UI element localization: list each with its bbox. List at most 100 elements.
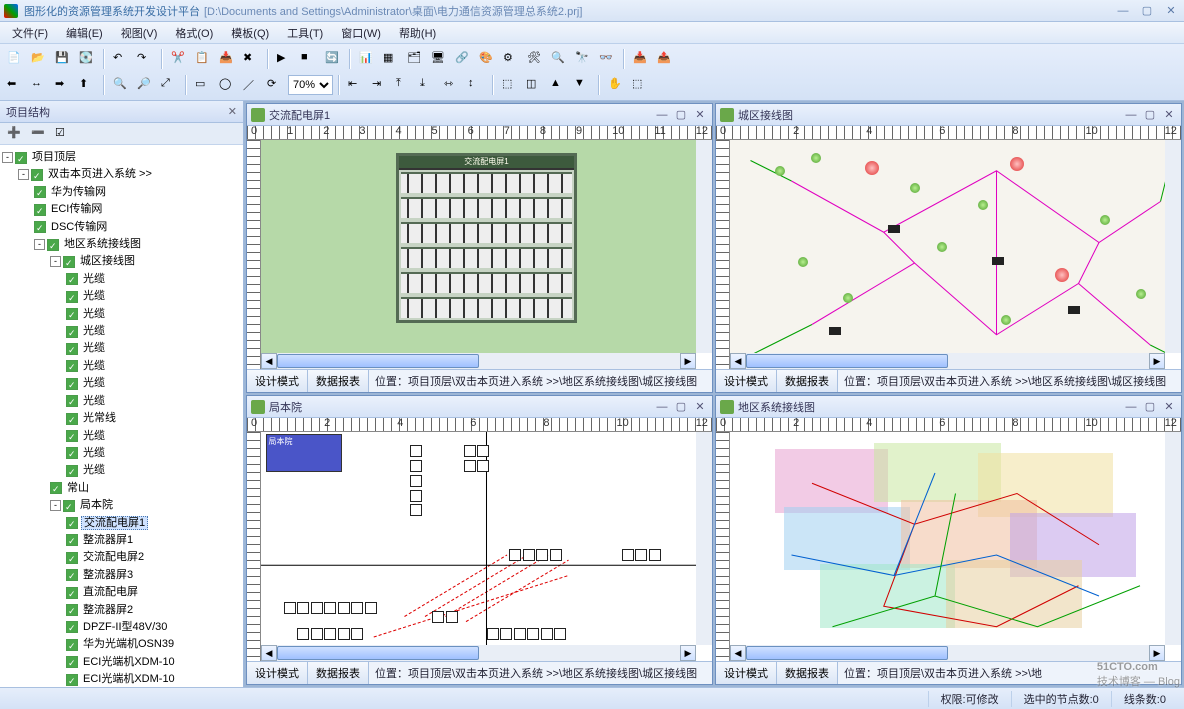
cut-icon[interactable]: ✂️ [168,48,190,70]
menu-edit[interactable]: 编辑(E) [58,23,111,43]
child-max-icon[interactable]: ▢ [1142,108,1158,122]
checkbox-icon[interactable] [66,378,78,390]
checkbox-icon[interactable] [66,534,78,546]
palette-icon[interactable]: 🎨 [476,48,498,70]
toggle-icon[interactable]: - [34,239,45,250]
canvas[interactable] [730,140,1181,353]
align-left2-icon[interactable]: ⇤ [345,74,367,96]
zoom-in-icon[interactable]: 🔍 [110,74,132,96]
checkbox-icon[interactable] [66,430,78,442]
tree-node[interactable]: 光缆 [81,464,107,476]
zoom-out-icon[interactable]: 🔎 [134,74,156,96]
ungroup-icon[interactable]: ◫ [523,74,545,96]
canvas[interactable]: 交流配电屏1 [261,140,712,353]
child-min-icon[interactable]: — [654,108,670,122]
child-max-icon[interactable]: ▢ [673,400,689,414]
tree-node[interactable]: 光缆 [81,273,107,285]
checkbox-icon[interactable] [66,360,78,372]
data-report-tab[interactable]: 数据报表 [308,662,369,684]
checkbox-icon[interactable] [66,621,78,633]
tree-node-area[interactable]: 地区系统接线图 [62,238,143,250]
back-icon[interactable]: ▼ [571,74,593,96]
data-report-tab[interactable]: 数据报表 [777,662,838,684]
child-close-icon[interactable]: ✕ [692,108,708,122]
checkbox-icon[interactable] [66,395,78,407]
refresh-icon[interactable]: 🔄 [322,48,344,70]
tree-node[interactable]: 整流器屏3 [81,569,135,581]
checkbox-icon[interactable] [66,569,78,581]
data-report-tab[interactable]: 数据报表 [777,370,838,392]
vertical-scrollbar[interactable] [1165,432,1181,645]
distribute-h-icon[interactable]: ⇿ [441,74,463,96]
undo-icon[interactable]: ↶ [110,48,132,70]
child-min-icon[interactable]: — [1123,400,1139,414]
shape-rect-icon[interactable]: ▭ [192,74,214,96]
canvas[interactable]: 局本院 [261,432,712,645]
design-mode-tab[interactable]: 设计模式 [247,370,308,392]
tree-node[interactable]: 华为光端机OSN39 [81,638,176,650]
child-max-icon[interactable]: ▢ [1142,400,1158,414]
tree-node-root[interactable]: 项目顶层 [30,151,78,163]
checkbox-icon[interactable] [34,204,46,216]
data-report-tab[interactable]: 数据报表 [308,370,369,392]
vertical-scrollbar[interactable] [696,432,712,645]
tree-node[interactable]: 直流配电屏 [81,586,140,598]
import-icon[interactable]: 📥 [630,48,652,70]
distribute-v-icon[interactable]: ↕ [465,74,487,96]
tree-node[interactable]: 光缆 [81,308,107,320]
checkbox-icon[interactable] [66,447,78,459]
child-min-icon[interactable]: — [654,400,670,414]
design-mode-tab[interactable]: 设计模式 [716,370,777,392]
canvas[interactable] [730,432,1181,645]
minimize-button[interactable]: — [1114,4,1132,18]
tree-check-icon[interactable]: ☑ [52,123,74,145]
align-top-icon[interactable]: ⬆ [76,74,98,96]
checkbox-icon[interactable] [34,221,46,233]
paste-icon[interactable]: 📥 [216,48,238,70]
toggle-icon[interactable]: - [18,169,29,180]
checkbox-icon[interactable] [63,500,75,512]
gear-icon[interactable]: ⚙ [500,48,522,70]
tree-node[interactable]: 光常线 [81,412,118,424]
checkbox-icon[interactable] [66,674,78,686]
tree-node[interactable]: 光缆 [81,290,107,302]
tree-node[interactable]: 光缆 [81,360,107,372]
design-mode-tab[interactable]: 设计模式 [716,662,777,684]
checkbox-icon[interactable] [66,273,78,285]
tree-node[interactable]: 整流器屏1 [81,534,135,546]
copy-icon[interactable]: 📋 [192,48,214,70]
tree-collapse-icon[interactable]: ➖ [28,123,50,145]
tree-close-icon[interactable]: ✕ [228,105,237,118]
tree-node[interactable]: ECI传输网 [49,203,104,215]
menu-window[interactable]: 窗口(W) [333,23,389,43]
child-min-icon[interactable]: — [1123,108,1139,122]
monitor-icon[interactable]: 🖥 [428,48,450,70]
align-center-icon[interactable]: ↔ [28,74,50,96]
design-mode-tab[interactable]: 设计模式 [247,662,308,684]
horizontal-scrollbar[interactable]: ◀▶ [730,645,1165,661]
equipment-cabinet[interactable]: 交流配电屏1 [396,153,576,323]
checkbox-icon[interactable] [66,291,78,303]
toggle-icon[interactable]: - [2,152,13,163]
tree-node-selected[interactable]: 交流配电屏1 [81,516,148,530]
redo-icon[interactable]: ↷ [134,48,156,70]
tree-node[interactable]: 光缆 [81,447,107,459]
horizontal-scrollbar[interactable]: ◀▶ [730,353,1165,369]
tree-node-jby[interactable]: 局本院 [78,499,115,511]
menu-format[interactable]: 格式(O) [167,23,221,43]
align-bottom-icon[interactable]: ⤓ [417,74,439,96]
tree-node[interactable]: 光缆 [81,377,107,389]
tree-node-sys[interactable]: 双击本页进入系统 >> [46,168,154,180]
align-right-icon[interactable]: ➡ [52,74,74,96]
new-icon[interactable]: 📄 [4,48,26,70]
toggle-icon[interactable]: - [50,256,61,267]
tree-expand-icon[interactable]: ➕ [4,123,26,145]
maximize-button[interactable]: ▢ [1138,4,1156,18]
save-icon[interactable]: 💾 [52,48,74,70]
zoom-select[interactable]: 70% [288,75,333,95]
checkbox-icon[interactable] [66,326,78,338]
layers-icon[interactable]: 🗂 [404,48,426,70]
tree-node[interactable]: 整流器屏2 [81,604,135,616]
checkbox-icon[interactable] [66,308,78,320]
pan-icon[interactable]: ✋ [605,74,627,96]
